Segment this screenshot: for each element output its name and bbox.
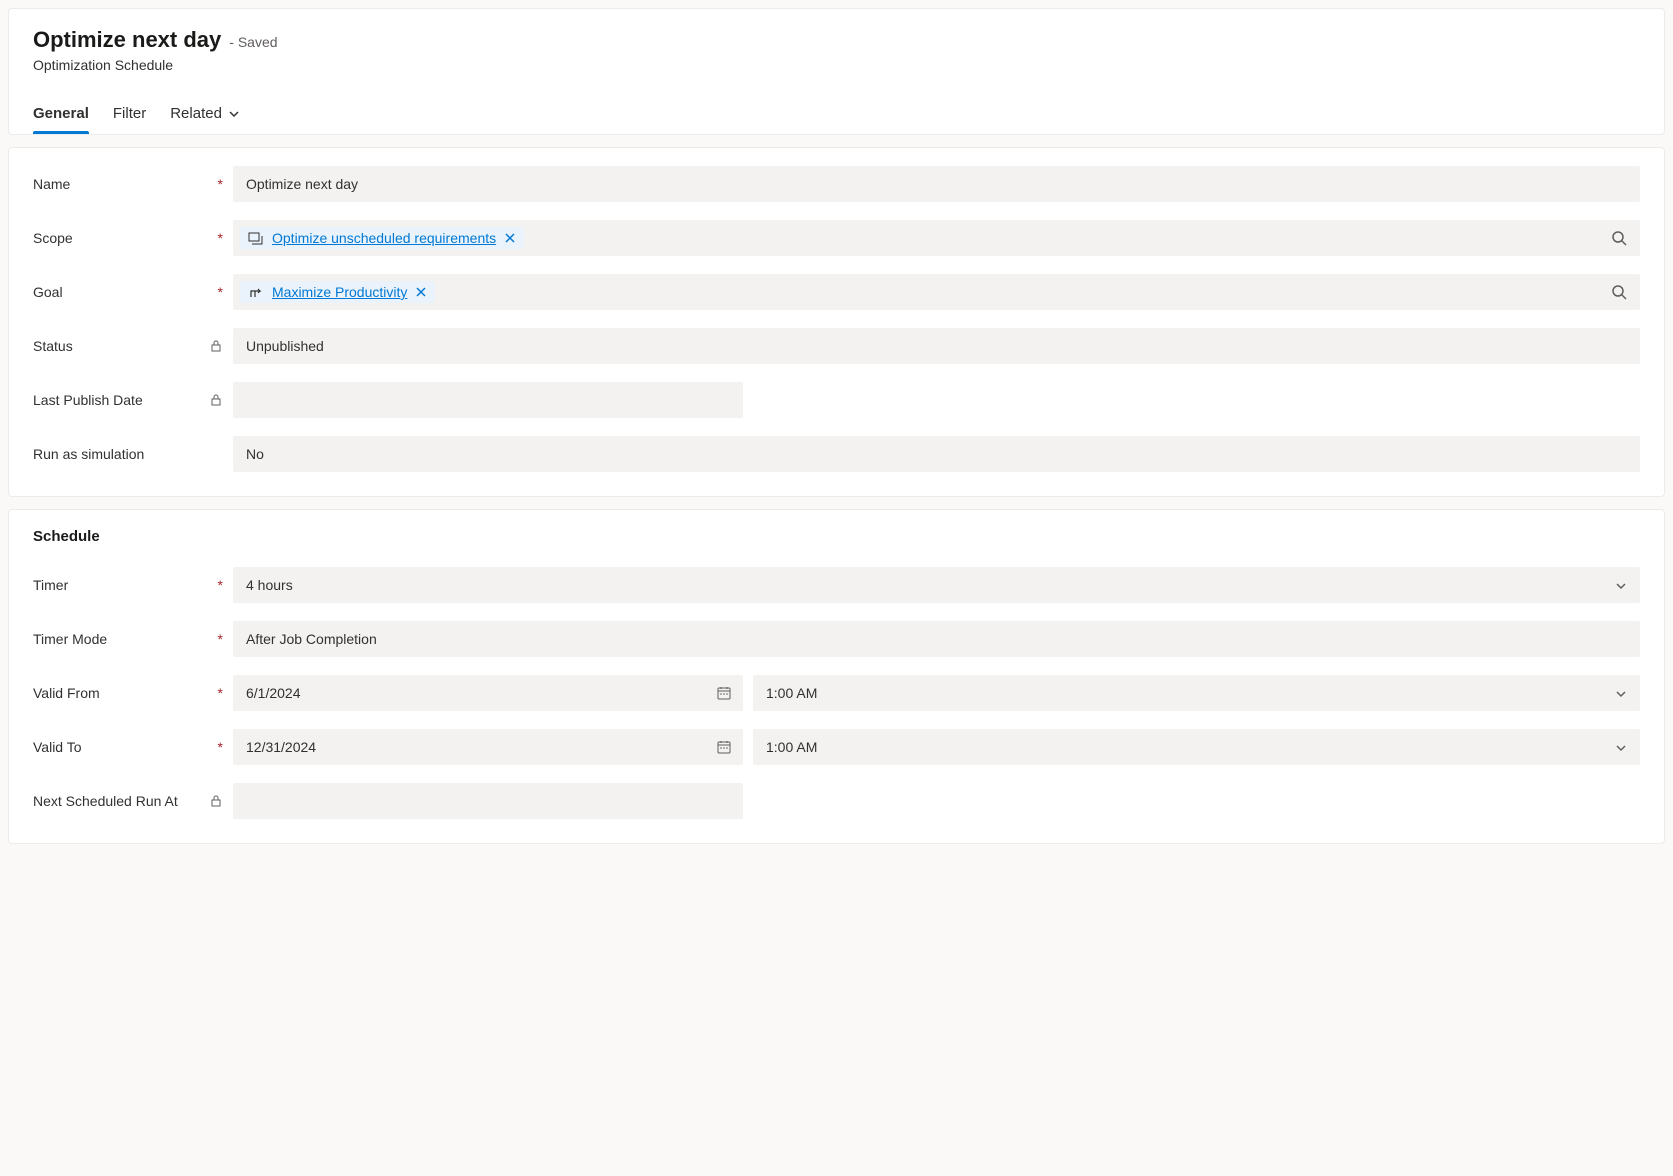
required-icon: * — [218, 632, 223, 646]
field-last-publish: Last Publish Date — [33, 382, 1640, 418]
tab-related[interactable]: Related — [170, 97, 240, 134]
valid-from-date-input[interactable]: 6/1/2024 — [233, 675, 743, 711]
page-title: Optimize next day — [33, 27, 221, 53]
entity-subtitle: Optimization Schedule — [33, 57, 1640, 73]
general-section: Name * Optimize next day Scope * Optimiz… — [8, 147, 1665, 497]
field-timer: Timer * 4 hours — [33, 567, 1640, 603]
next-run-input — [233, 783, 743, 819]
valid-from-label: Valid From — [33, 685, 100, 701]
run-sim-label: Run as simulation — [33, 446, 144, 462]
scope-lookup[interactable]: Optimize unscheduled requirements — [233, 220, 1640, 256]
timer-mode-input[interactable]: After Job Completion — [233, 621, 1640, 657]
scope-label: Scope — [33, 230, 73, 246]
goal-chip: Maximize Productivity — [240, 281, 435, 303]
goal-label: Goal — [33, 284, 63, 300]
name-label: Name — [33, 176, 70, 192]
timer-mode-value: After Job Completion — [246, 631, 377, 647]
valid-to-date-value: 12/31/2024 — [246, 739, 316, 755]
valid-to-time-value: 1:00 AM — [766, 739, 817, 755]
close-icon[interactable] — [415, 286, 427, 298]
name-input[interactable]: Optimize next day — [233, 166, 1640, 202]
field-status: Status Unpublished — [33, 328, 1640, 364]
run-sim-value: No — [246, 446, 264, 462]
chevron-down-icon — [1615, 579, 1627, 591]
field-valid-to: Valid To * 12/31/2024 1:00 AM — [33, 729, 1640, 765]
valid-from-time-value: 1:00 AM — [766, 685, 817, 701]
tab-filter[interactable]: Filter — [113, 97, 146, 134]
search-icon[interactable] — [1611, 284, 1627, 300]
lock-icon — [209, 339, 223, 353]
status-label: Status — [33, 338, 73, 354]
name-value: Optimize next day — [246, 176, 358, 192]
close-icon[interactable] — [504, 232, 516, 244]
field-run-simulation: Run as simulation No — [33, 436, 1640, 472]
lock-icon — [209, 393, 223, 407]
title-row: Optimize next day - Saved — [33, 27, 1640, 53]
required-icon: * — [218, 285, 223, 299]
chevron-down-icon — [1615, 741, 1627, 753]
search-icon[interactable] — [1611, 230, 1627, 246]
timer-mode-label: Timer Mode — [33, 631, 107, 647]
field-goal: Goal * Maximize Productivity — [33, 274, 1640, 310]
header-card: Optimize next day - Saved Optimization S… — [8, 8, 1665, 135]
timer-label: Timer — [33, 577, 68, 593]
status-value: Unpublished — [246, 338, 324, 354]
field-valid-from: Valid From * 6/1/2024 1:00 AM — [33, 675, 1640, 711]
valid-to-time-select[interactable]: 1:00 AM — [753, 729, 1640, 765]
status-input: Unpublished — [233, 328, 1640, 364]
required-icon: * — [218, 177, 223, 191]
scope-chip: Optimize unscheduled requirements — [240, 227, 524, 249]
required-icon: * — [218, 231, 223, 245]
tab-filter-label: Filter — [113, 105, 146, 122]
tab-general[interactable]: General — [33, 97, 89, 134]
valid-from-time-select[interactable]: 1:00 AM — [753, 675, 1640, 711]
required-icon: * — [218, 686, 223, 700]
run-sim-input[interactable]: No — [233, 436, 1640, 472]
required-icon: * — [218, 578, 223, 592]
last-publish-input — [233, 382, 743, 418]
goal-link[interactable]: Maximize Productivity — [272, 284, 407, 300]
calendar-icon[interactable] — [716, 739, 732, 755]
field-scope: Scope * Optimize unscheduled requirement… — [33, 220, 1640, 256]
chevron-down-icon — [228, 108, 240, 120]
schedule-title: Schedule — [33, 528, 1640, 545]
goal-lookup[interactable]: Maximize Productivity — [233, 274, 1640, 310]
field-name: Name * Optimize next day — [33, 166, 1640, 202]
valid-to-label: Valid To — [33, 739, 82, 755]
valid-from-date-value: 6/1/2024 — [246, 685, 301, 701]
calendar-icon[interactable] — [716, 685, 732, 701]
field-timer-mode: Timer Mode * After Job Completion — [33, 621, 1640, 657]
field-next-run: Next Scheduled Run At — [33, 783, 1640, 819]
tab-list: General Filter Related — [33, 97, 1640, 134]
required-icon: * — [218, 740, 223, 754]
scope-entity-icon — [248, 230, 264, 246]
timer-value: 4 hours — [246, 577, 293, 593]
saved-status: - Saved — [229, 34, 277, 50]
valid-to-date-input[interactable]: 12/31/2024 — [233, 729, 743, 765]
tab-related-label: Related — [170, 105, 222, 122]
tab-general-label: General — [33, 105, 89, 122]
scope-link[interactable]: Optimize unscheduled requirements — [272, 230, 496, 246]
last-publish-label: Last Publish Date — [33, 392, 143, 408]
next-run-label: Next Scheduled Run At — [33, 793, 178, 809]
timer-select[interactable]: 4 hours — [233, 567, 1640, 603]
goal-entity-icon — [248, 284, 264, 300]
schedule-section: Schedule Timer * 4 hours Timer Mode * Af… — [8, 509, 1665, 844]
chevron-down-icon — [1615, 687, 1627, 699]
lock-icon — [209, 794, 223, 808]
